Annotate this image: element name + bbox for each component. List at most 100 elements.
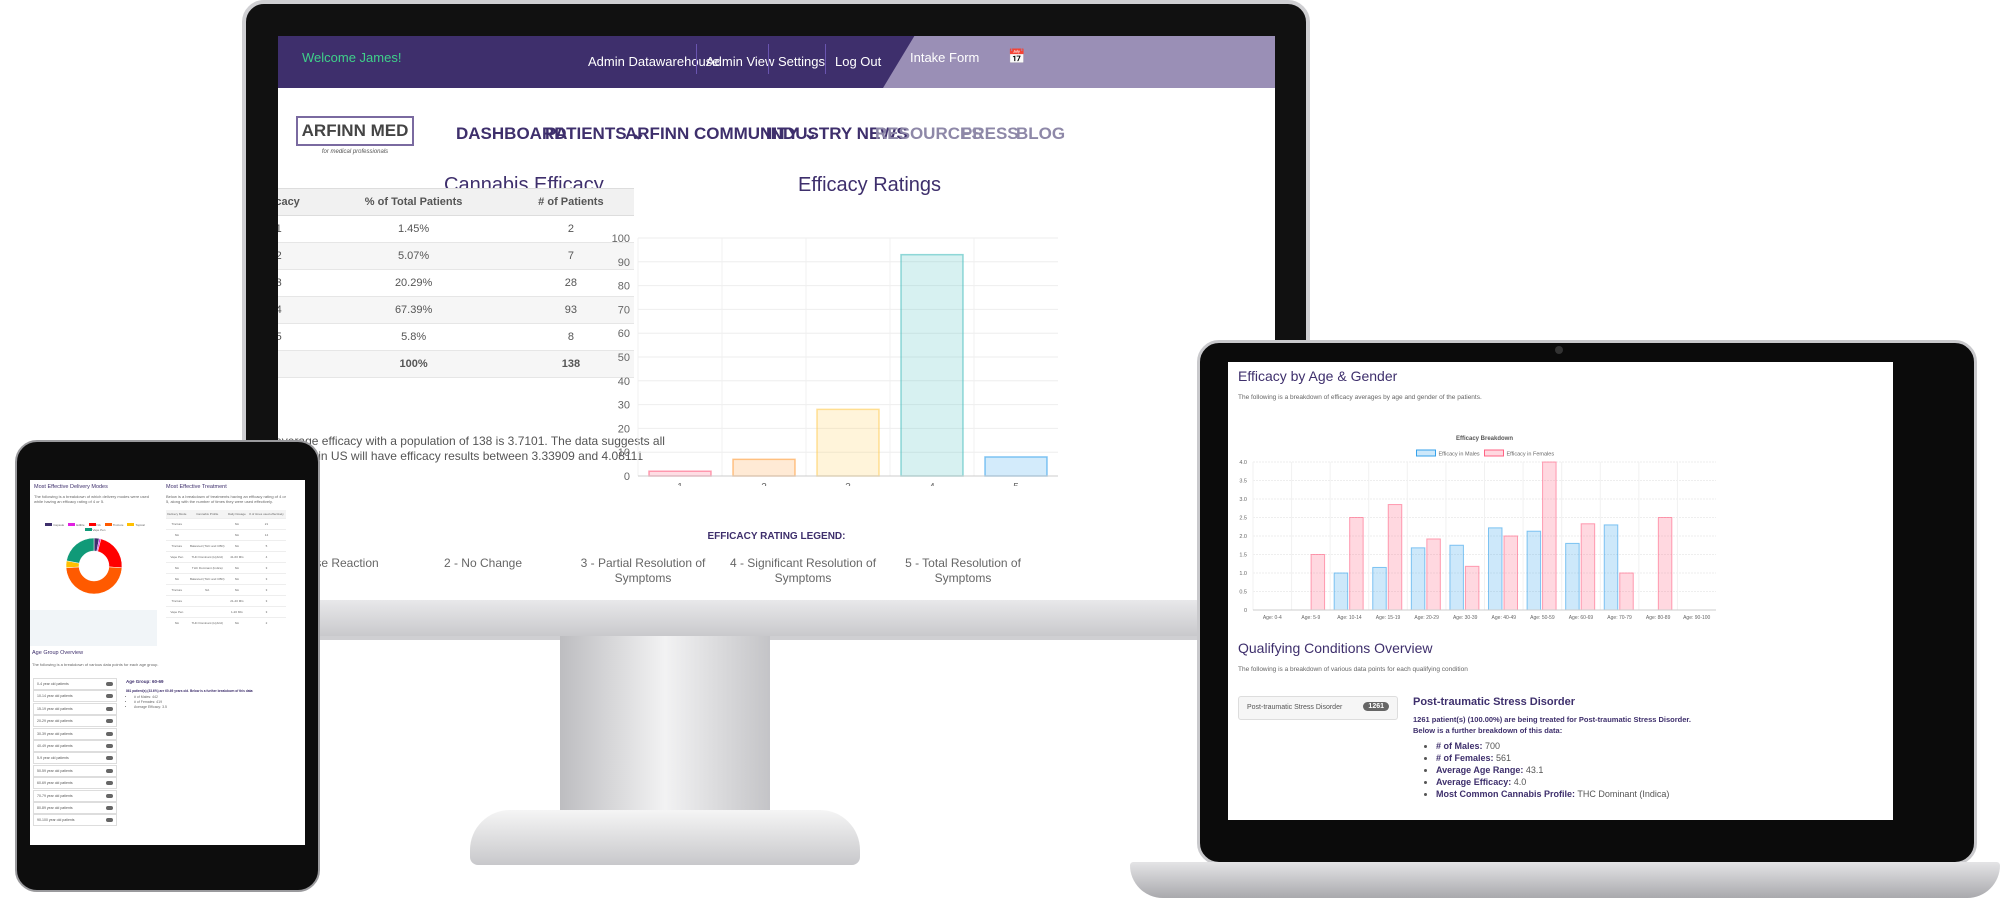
table-cell: NA	[226, 562, 247, 574]
chart-title: Efficacy Breakdown	[1456, 436, 1513, 442]
table-cell: 4	[246, 551, 286, 563]
logout-link[interactable]: Log Out	[835, 54, 881, 69]
age-group-item[interactable]: 40-49 year old patients	[33, 740, 117, 752]
bar-male	[1565, 542, 1580, 611]
age-detail-item: Average Efficacy: 3.5	[134, 705, 167, 710]
table-cell: Balanced (THC and CBD)	[187, 573, 227, 585]
legend-entry: NA	[88, 523, 101, 527]
table-cell: THC Dominant (Hybrid)	[187, 617, 227, 628]
y-tick-label: 70	[618, 304, 630, 316]
table-cell	[187, 606, 227, 618]
age-group-item[interactable]: 5-9 year old patients	[33, 752, 117, 765]
table-cell: NA	[226, 529, 247, 541]
table-row: Vape Pen 1-20 MG 3	[166, 606, 286, 618]
table-cell	[187, 518, 227, 530]
age-group-desc: The following is a breakdown of various …	[32, 662, 159, 667]
bar-male	[1449, 544, 1464, 611]
age-group-item[interactable]: 20-29 year old patients	[33, 715, 117, 728]
legend-item: 3 - Partial Resolution of Symptoms	[580, 556, 706, 585]
age-group-label: 40-49 year old patients	[37, 744, 73, 748]
bar-5	[984, 456, 1048, 477]
age-group-item[interactable]: 0-4 year old patients	[33, 678, 117, 690]
age-group-item[interactable]: 90-100 year old patients	[33, 814, 117, 827]
efficacy-breakdown-chart: Efficacy Breakdown Efficacy in Males Effic…	[1239, 436, 1716, 621]
age-group-item[interactable]: 80-89 year old patients	[33, 802, 117, 814]
table-cell: THC Dominant (Hybrid)	[187, 551, 227, 563]
column-header: # of Patients	[507, 188, 634, 216]
efficacy-table: Efficacy% of Total Patients# of Patients…	[278, 188, 634, 378]
bar-male	[1333, 572, 1349, 611]
legend-label[interactable]: Efficacy in Males	[1439, 452, 1480, 458]
calendar-icon[interactable]: 📅	[1008, 48, 1025, 65]
age-group-item[interactable]: 50-59 year old patients	[33, 764, 117, 777]
condition-detail-text: 1261 patient(s) (100.00%) are being trea…	[1413, 715, 1692, 735]
laptop-base	[1130, 862, 2000, 898]
table-cell: Tincture	[166, 584, 188, 596]
age-group-item[interactable]: 30-39 year old patients	[33, 727, 117, 740]
intake-form-link[interactable]: Intake Form	[910, 50, 979, 65]
age-group-label: 5-9 year old patients	[37, 756, 69, 761]
x-tick-label: Age: 60-69	[1569, 615, 1594, 621]
count-badge	[106, 744, 113, 748]
column-header: Delivery Mode	[166, 510, 188, 519]
legend-entry: Vape Pen	[84, 528, 105, 532]
table-row: 100% 138	[278, 350, 634, 378]
y-tick-label: 30	[618, 400, 630, 412]
y-tick-label: 4.0	[1239, 460, 1247, 466]
tablet-screen: Most Effective Delivery Modes The follow…	[30, 480, 305, 845]
x-tick-label: 4	[929, 482, 935, 486]
legend-entry: Tincture	[104, 523, 123, 527]
table-header-row: Delivery Mode Cannabis Profile Daily Dosag…	[166, 510, 286, 519]
age-detail-text: 861 patient(s) (33.6%) are 60-69 years o…	[126, 689, 254, 693]
treatment-desc: Below is a breakdown of treatments havin…	[166, 494, 286, 504]
age-group-item[interactable]: 60-69 year old patients	[33, 777, 117, 790]
laptop-screen: Efficacy by Age & Gender The following i…	[1228, 362, 1893, 820]
table-cell: NA	[226, 540, 247, 552]
x-tick-label: Age: 30-39	[1453, 615, 1478, 621]
table-cell: 3	[246, 606, 286, 618]
table-row: NA Balanced (THC and CBD) NA 3	[166, 573, 286, 585]
count-badge	[106, 793, 113, 798]
age-group-label: 0-4 year old patients	[37, 682, 69, 686]
legend-swatch	[1484, 449, 1504, 457]
table-cell: NA	[226, 584, 247, 596]
count-badge	[106, 781, 113, 786]
age-group-item[interactable]: 70-79 year old patients	[33, 789, 117, 802]
table-row: 1 1.45% 2	[278, 215, 634, 243]
legend-item: 5 - Total Resolution of Symptoms	[905, 556, 1021, 585]
bar-female	[1387, 504, 1403, 611]
divider	[768, 44, 769, 74]
legend-label: Edible	[76, 523, 85, 527]
age-group-item[interactable]: 15-19 year old patients	[33, 702, 117, 715]
table-row: NA NA 14	[166, 529, 286, 541]
y-tick-label: 2.5	[1239, 516, 1247, 522]
table-cell: NA	[226, 518, 247, 530]
age-group-item[interactable]: 10-14 year old patients	[33, 690, 117, 703]
nav-press[interactable]: PRESS	[961, 124, 1019, 144]
donut-slice-na	[97, 538, 123, 569]
legend-item: 4 - Significant Resolution of Symptoms	[729, 556, 877, 585]
table-row: Tincture NA NA 3	[166, 584, 286, 596]
admin-view-link[interactable]: Admin View	[706, 54, 774, 69]
legend-label[interactable]: Efficacy in Females	[1507, 452, 1555, 458]
table-row: 3 20.29% 28	[278, 269, 634, 297]
x-tick-label: 1	[677, 482, 683, 486]
condition-list-item[interactable]: Post-traumatic Stress Disorder 1261	[1238, 696, 1398, 720]
treatment-panel: Most Effective Treatment Below is a brea…	[164, 480, 305, 646]
monitor-stand	[560, 636, 770, 836]
legend-swatch	[1416, 449, 1436, 457]
detail-key: # of Females:	[1436, 753, 1494, 763]
nav-blog[interactable]: BLOG	[1016, 124, 1065, 144]
table-cell: 5	[278, 323, 320, 351]
column-header: % of Total Patients	[319, 188, 508, 216]
condition-count-badge: 1261	[1363, 702, 1389, 711]
detail-item: Average Age Range: 43.1	[1436, 764, 1669, 776]
condition-detail-title: Post-traumatic Stress Disorder	[1413, 696, 1575, 708]
settings-link[interactable]: Settings	[778, 54, 825, 69]
delivery-desc: The following is a breakdown of which de…	[34, 494, 149, 504]
count-badge	[106, 694, 113, 699]
efficacy-ratings-chart: 0 10 20 30 40 50 60 70 80 90 100 1 2 3 4 5	[612, 233, 1058, 486]
table-cell: NA	[166, 529, 188, 541]
y-tick-label: 0.5	[1239, 590, 1247, 596]
table-cell: 41-60 MG	[226, 551, 247, 563]
